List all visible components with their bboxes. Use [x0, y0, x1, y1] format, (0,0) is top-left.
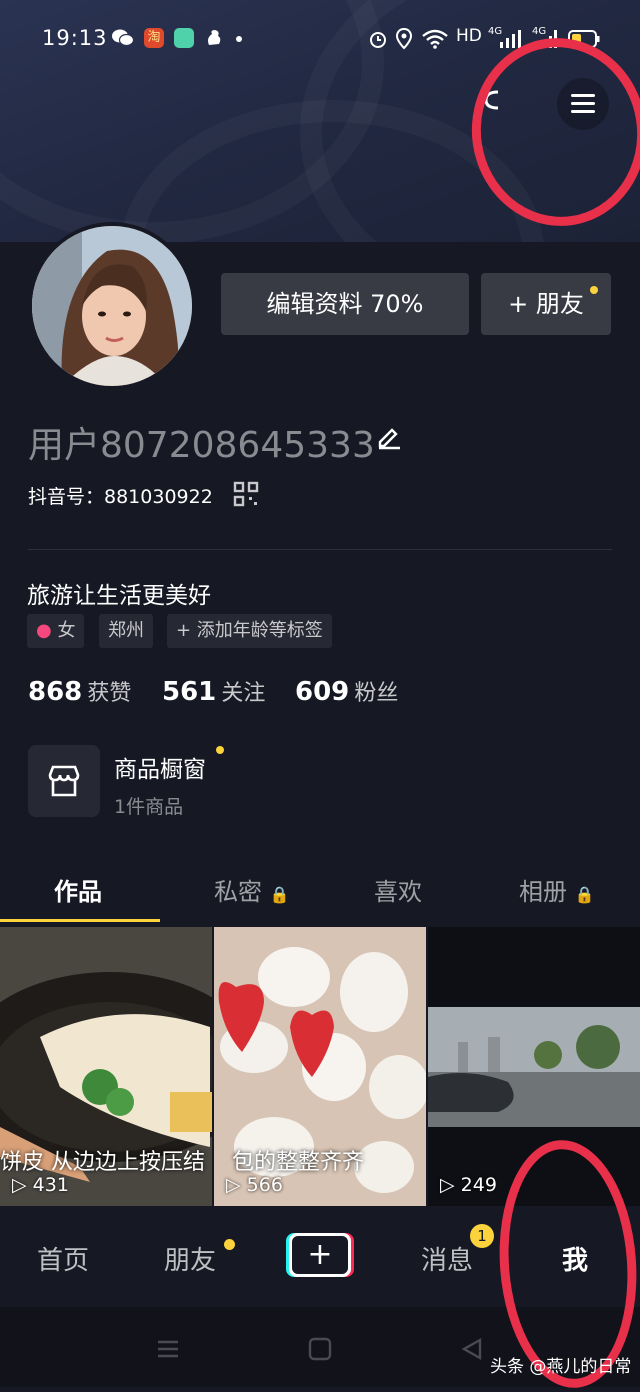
following-count: 561 — [162, 677, 217, 707]
content-tabs: 作品 私密 🔒 喜欢 相册 🔒 — [0, 856, 640, 924]
play-count: ▷ 431 — [12, 1174, 69, 1196]
stat-following[interactable]: 561 关注 — [162, 675, 265, 707]
friends-dot — [224, 1239, 235, 1250]
followers-label: 粉丝 — [354, 681, 399, 706]
video-caption: 饼皮 从边边上按压结 — [0, 1150, 205, 1175]
stat-likes[interactable]: 868 获赞 — [28, 675, 131, 707]
tab-private[interactable]: 私密 🔒 — [214, 872, 290, 907]
back-icon[interactable] — [460, 1337, 484, 1365]
shop-title[interactable]: 商品橱窗 — [114, 750, 206, 784]
video-thumbnail[interactable]: 饼皮 从边边上按压结 ▷ 431 — [0, 927, 212, 1206]
store-icon — [48, 765, 80, 797]
tab-works[interactable]: 作品 — [54, 872, 102, 907]
qr-code-icon[interactable] — [233, 481, 259, 511]
location-tag: 郑州 — [99, 614, 153, 648]
video-caption: 包的整整齐齐 — [232, 1150, 365, 1175]
play-icon: ▷ — [440, 1174, 455, 1196]
tab-likes[interactable]: 喜欢 — [374, 872, 422, 907]
plus-icon: + — [292, 1236, 348, 1274]
add-tag-button[interactable]: + 添加年龄等标签 — [167, 614, 332, 648]
shop-subtitle: 1件商品 — [114, 796, 184, 818]
play-count-value: 566 — [246, 1174, 283, 1196]
tab-indicator — [0, 919, 160, 922]
likes-count: 868 — [28, 677, 83, 707]
play-count-value: 249 — [460, 1174, 497, 1196]
nav-home[interactable]: 首页 — [37, 1240, 89, 1277]
location-icon — [395, 27, 413, 54]
squirrel-icon — [204, 28, 224, 48]
play-icon: ▷ — [226, 1174, 241, 1196]
bio: 旅游让生活更美好 — [27, 583, 211, 609]
followers-count: 609 — [295, 677, 350, 707]
play-count: ▷ 249 — [440, 1174, 497, 1196]
gender-label: 女 — [57, 620, 76, 641]
lock-icon: 🔒 — [574, 885, 595, 904]
new-dot — [590, 286, 598, 294]
username: 用户807208645333 — [28, 425, 375, 466]
gender-tag: ● 女 — [27, 614, 85, 648]
following-label: 关注 — [221, 681, 266, 706]
shop-new-dot — [216, 746, 224, 754]
taobao-icon: 淘 — [144, 28, 164, 48]
edit-profile-label: 编辑资料 70% — [266, 290, 424, 318]
tab-private-label: 私密 — [214, 878, 262, 906]
play-count-value: 431 — [32, 1174, 69, 1196]
notification-dot-icon — [236, 36, 242, 42]
tab-album-label: 相册 — [519, 878, 567, 906]
avatar[interactable] — [28, 222, 196, 390]
status-time: 19:13 — [42, 26, 108, 50]
douyin-id: 抖音号：881030922 — [28, 486, 213, 508]
edit-name-icon[interactable] — [376, 424, 402, 454]
watermark: 头条 @燕儿的日常 — [490, 1357, 632, 1377]
add-friend-button[interactable]: + 朋友 — [481, 273, 611, 335]
edit-profile-button[interactable]: 编辑资料 70% — [221, 273, 469, 335]
messages-badge: 1 — [470, 1224, 494, 1248]
female-icon: ● — [36, 620, 52, 641]
home-icon[interactable] — [308, 1337, 332, 1365]
create-button[interactable]: + — [286, 1233, 354, 1277]
network-label: HD — [456, 26, 482, 46]
alarm-icon — [368, 29, 388, 53]
video-thumbnail[interactable]: 包的整整齐齐 ▷ 566 — [214, 927, 426, 1206]
nav-messages[interactable]: 消息 — [421, 1240, 473, 1277]
stat-followers[interactable]: 609 粉丝 — [295, 675, 398, 707]
divider — [28, 549, 612, 550]
play-count: ▷ 566 — [226, 1174, 283, 1196]
wifi-icon — [422, 29, 448, 53]
recent-apps-icon[interactable] — [156, 1339, 180, 1363]
wechat-icon — [112, 28, 135, 48]
nav-friends[interactable]: 朋友 — [164, 1240, 216, 1277]
add-friend-label: + 朋友 — [508, 290, 584, 318]
likes-label: 获赞 — [87, 681, 132, 706]
tab-album[interactable]: 相册 🔒 — [519, 872, 595, 907]
lock-icon: 🔒 — [269, 885, 290, 904]
app-icon — [174, 28, 194, 48]
play-icon: ▷ — [12, 1174, 27, 1196]
shop-window-button[interactable] — [28, 745, 100, 817]
